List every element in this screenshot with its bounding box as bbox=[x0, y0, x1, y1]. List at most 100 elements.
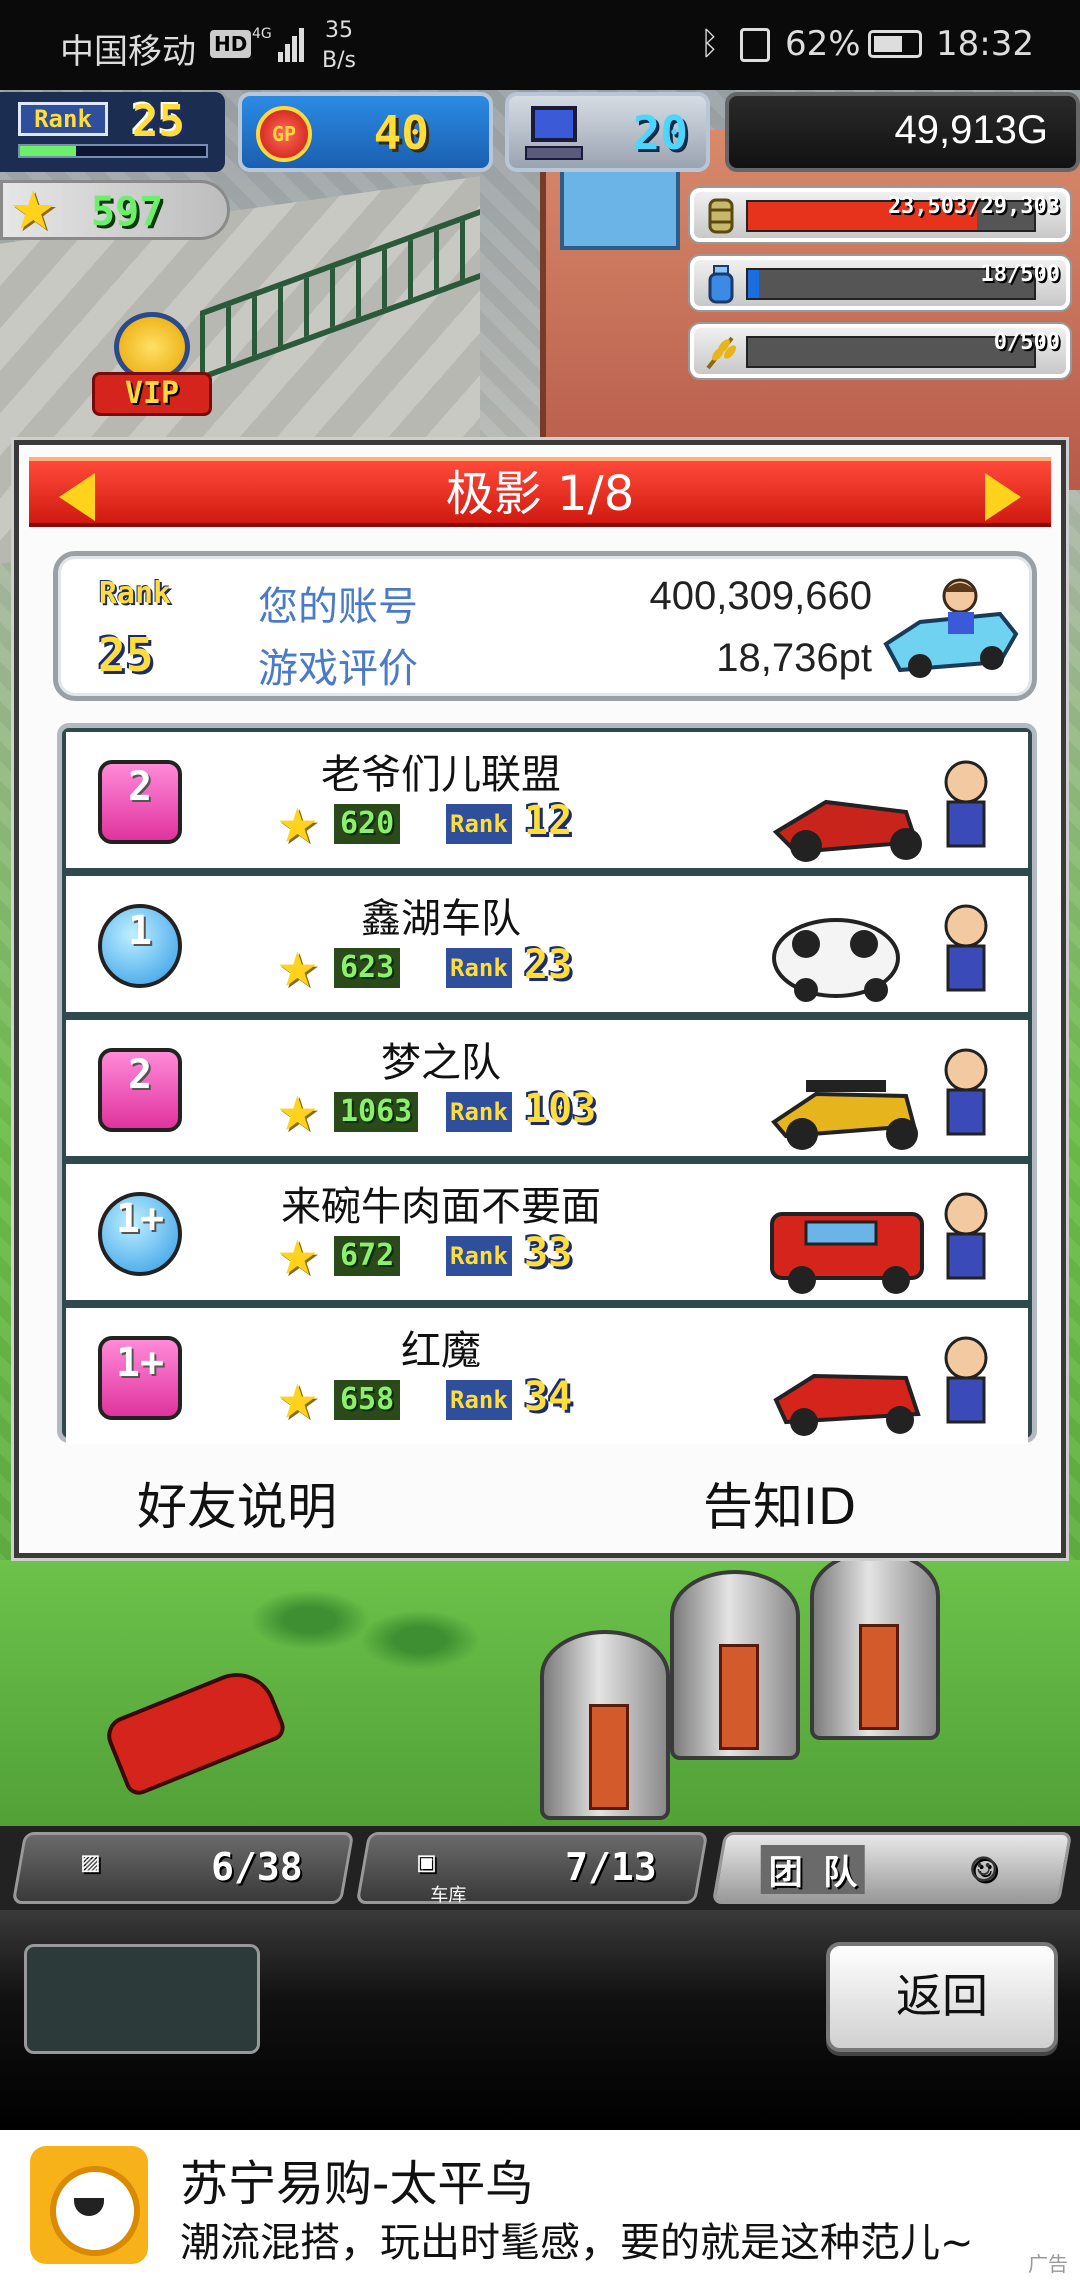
account-id-value: 400,309,660 bbox=[649, 574, 872, 618]
status-bar: 中国移动 HD 4G 35 B/s ᛒ 62% 18:32 bbox=[0, 0, 1080, 90]
network-type: 4G bbox=[252, 26, 272, 42]
team-name: 鑫湖车队 bbox=[361, 896, 521, 942]
water-text: 18/500 bbox=[980, 262, 1060, 287]
water-bottle-icon bbox=[708, 265, 734, 304]
team-rank-label: Rank bbox=[446, 804, 512, 844]
vip-button[interactable]: VIP bbox=[92, 312, 212, 422]
palm-tree bbox=[360, 1610, 480, 1670]
stars-display: ★ 597 bbox=[0, 179, 230, 242]
chat-input-box[interactable] bbox=[24, 1944, 260, 2054]
team-row[interactable]: 1+ 红魔 ★ 658 Rank 34 bbox=[66, 1308, 1028, 1444]
star-icon: ★ bbox=[276, 1086, 320, 1142]
team-level-badge: 1+ bbox=[98, 1192, 182, 1276]
computer-value: 20 bbox=[632, 106, 688, 160]
team-vehicle-avatar bbox=[772, 904, 988, 1002]
team-rank-label: Rank bbox=[446, 1380, 512, 1420]
star-icon: ★ bbox=[276, 1374, 320, 1430]
team-row[interactable]: 2 梦之队 ★ 1063 Rank 103 bbox=[66, 1020, 1028, 1156]
team-points: 672 bbox=[334, 1236, 401, 1276]
hd-icon: HD bbox=[210, 30, 252, 58]
team-points: 623 bbox=[334, 948, 401, 988]
team-rank-value: 34 bbox=[524, 1374, 573, 1420]
ad-logo-icon bbox=[30, 2146, 148, 2264]
team-vehicle-avatar bbox=[770, 1192, 988, 1294]
team-vehicle-avatar bbox=[773, 1336, 988, 1436]
garage-button[interactable]: ▣ 车库 7/13 bbox=[355, 1832, 709, 1906]
notify-id-button[interactable]: 告知ID bbox=[703, 1467, 856, 1539]
dialog-footer: 好友说明 告知ID bbox=[19, 1461, 1061, 1551]
stars-value: 597 bbox=[91, 189, 164, 235]
team-level-badge: 1 bbox=[98, 904, 182, 988]
team-row[interactable]: 2 老爷们儿联盟 ★ 620 Rank 12 bbox=[66, 732, 1028, 868]
team-points: 1063 bbox=[334, 1092, 419, 1132]
silo-building bbox=[810, 1550, 940, 1740]
battery-percent: 62% bbox=[785, 24, 861, 64]
team-name: 红魔 bbox=[401, 1328, 481, 1374]
grain-bar: 0/500 bbox=[690, 324, 1070, 378]
clock: 18:32 bbox=[936, 24, 1034, 64]
gp-coin-icon: GP bbox=[256, 106, 312, 162]
ad-banner[interactable]: 苏宁易购-太平鸟 潮流混搭，玩出时髦感，要的就是这种范儿~ 广告 bbox=[0, 2130, 1080, 2280]
team-level: 1+ bbox=[115, 1196, 165, 1242]
team-button[interactable]: 团 队 ☺ bbox=[711, 1832, 1073, 1904]
palm-tree bbox=[250, 1590, 370, 1650]
storage-button[interactable]: ▨ 6/38 bbox=[11, 1832, 355, 1904]
battery-icon bbox=[868, 30, 922, 58]
team-level-badge: 1+ bbox=[98, 1336, 182, 1420]
speed-value: 35 bbox=[324, 18, 353, 43]
team-level: 1+ bbox=[115, 1340, 165, 1386]
team-name: 来碗牛肉面不要面 bbox=[281, 1184, 601, 1230]
water-fill bbox=[748, 270, 760, 298]
dialog-header: 极影 1/8 bbox=[29, 457, 1051, 527]
grain-text: 0/500 bbox=[993, 330, 1060, 355]
speed-unit: B/s bbox=[322, 48, 356, 73]
silo-building bbox=[670, 1570, 800, 1760]
team-level: 2 bbox=[127, 764, 153, 810]
team-row[interactable]: 1 鑫湖车队 ★ 623 Rank 23 bbox=[66, 876, 1028, 1012]
team-points: 658 bbox=[334, 1380, 401, 1420]
gp-value: 40 bbox=[373, 106, 429, 160]
wheat-icon bbox=[706, 336, 736, 370]
computer-display[interactable]: 20 bbox=[505, 92, 710, 172]
team-row[interactable]: 1+ 来碗牛肉面不要面 ★ 672 Rank 33 bbox=[66, 1164, 1028, 1300]
person-icon: ☺ bbox=[970, 1845, 998, 1896]
rank-label: Rank bbox=[18, 102, 108, 136]
next-page-arrow-icon[interactable] bbox=[985, 473, 1021, 521]
star-icon: ★ bbox=[9, 179, 58, 242]
team-rank-value: 33 bbox=[524, 1230, 573, 1276]
account-card: Rank 25 您的账号 400,309,660 游戏评价 18,736pt bbox=[53, 551, 1037, 701]
star-icon: ★ bbox=[276, 798, 320, 854]
ad-tag: 广告 bbox=[1028, 2252, 1068, 2276]
account-rank-label: Rank bbox=[98, 576, 172, 611]
rank-display[interactable]: Rank 25 bbox=[0, 92, 225, 172]
storage-count: 6/38 bbox=[211, 1845, 303, 1889]
team-label: 团 队 bbox=[760, 1845, 866, 1894]
team-rank-value: 12 bbox=[524, 798, 573, 844]
fuel-bar: 23,503/29,303 bbox=[690, 188, 1070, 242]
team-level-badge: 2 bbox=[98, 760, 182, 844]
star-icon: ★ bbox=[276, 942, 320, 998]
money-display: 49,913G bbox=[725, 92, 1080, 172]
team-ranking-dialog: 极影 1/8 Rank 25 您的账号 400,309,660 游戏评价 18,… bbox=[14, 440, 1066, 1558]
network-speed: 35 B/s bbox=[322, 16, 356, 76]
team-rank-label: Rank bbox=[446, 948, 512, 988]
friends-help-button[interactable]: 好友说明 bbox=[137, 1467, 337, 1539]
team-level-badge: 2 bbox=[98, 1048, 182, 1132]
computer-icon bbox=[525, 106, 583, 160]
gp-display[interactable]: GP 40 bbox=[238, 92, 493, 172]
account-rank-value: 25 bbox=[98, 628, 154, 682]
back-button[interactable]: 返回 bbox=[826, 1942, 1058, 2052]
rank-value: 25 bbox=[132, 96, 185, 147]
game-rating-value: 18,736pt bbox=[716, 636, 872, 680]
garage-count: 7/13 bbox=[565, 1845, 657, 1889]
team-level: 2 bbox=[127, 1052, 153, 1098]
garage-icon: ▣ bbox=[418, 1845, 436, 1878]
team-rank-value: 23 bbox=[524, 942, 573, 988]
team-points: 620 bbox=[334, 804, 401, 844]
star-icon: ★ bbox=[276, 1230, 320, 1286]
signal-icon: 4G bbox=[252, 26, 304, 62]
team-vehicle-avatar bbox=[771, 1048, 988, 1150]
carrier-name: 中国移动 bbox=[60, 32, 196, 72]
player-car-avatar bbox=[883, 578, 1019, 678]
vip-label: VIP bbox=[92, 372, 212, 416]
